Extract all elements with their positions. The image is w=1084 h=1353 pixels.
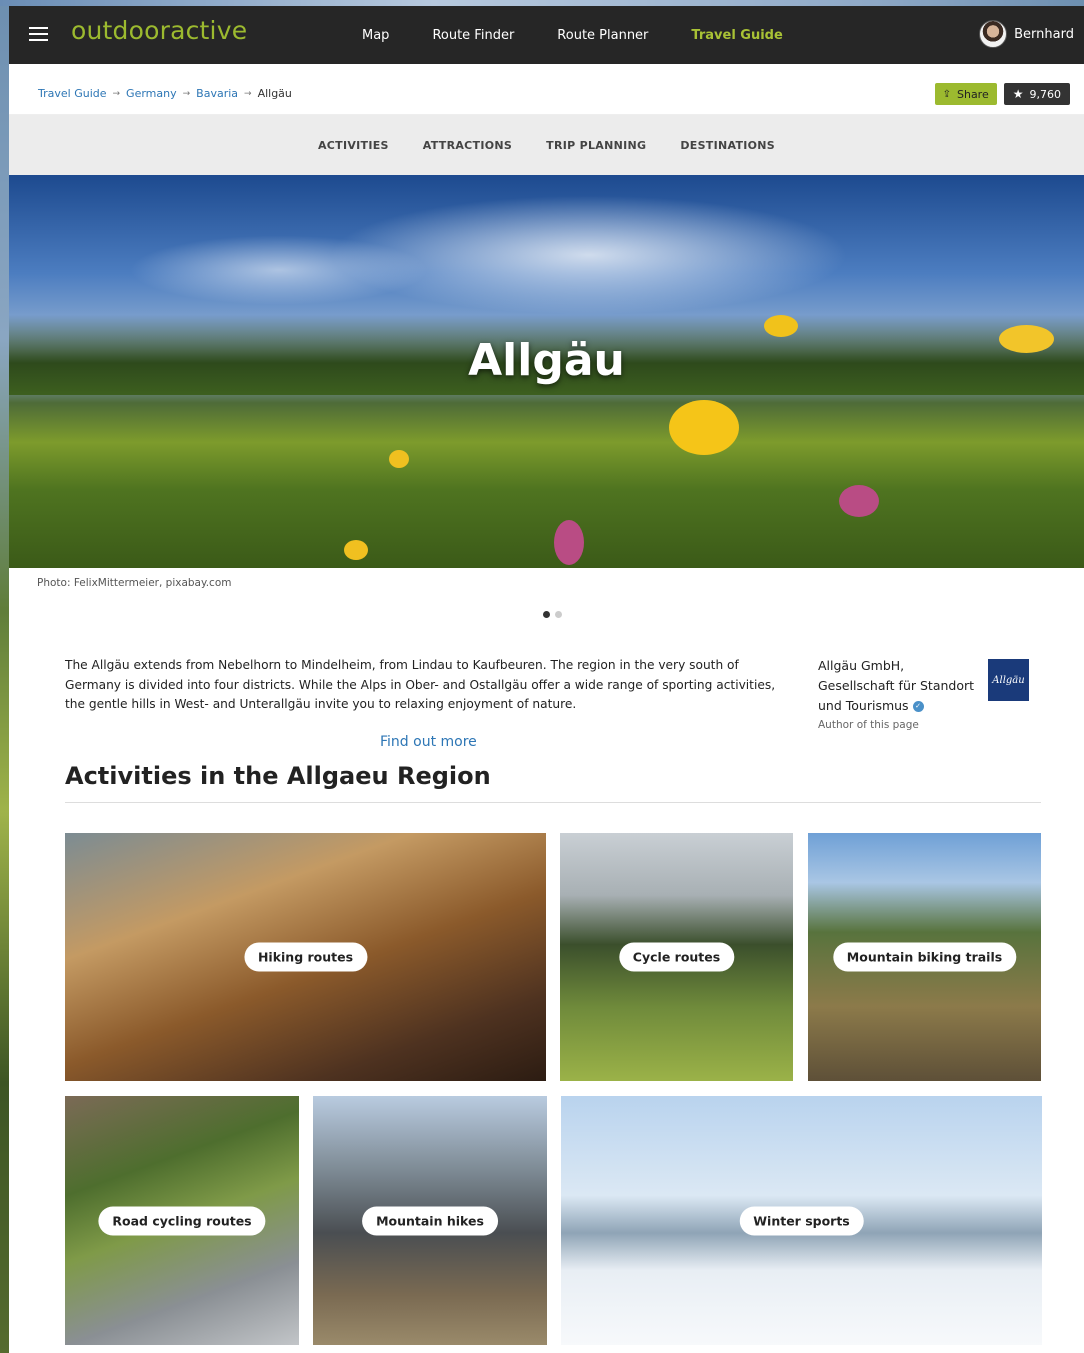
tile-mountain-hikes[interactable]: Mountain hikes xyxy=(313,1096,547,1345)
avatar[interactable] xyxy=(979,20,1008,48)
find-out-more-link[interactable]: Find out more xyxy=(380,734,477,750)
author-role: Author of this page xyxy=(818,719,919,731)
tile-label: Mountain hikes xyxy=(362,1206,498,1235)
favorite-count: 9,760 xyxy=(1029,87,1062,101)
tab-destinations[interactable]: DESTINATIONS xyxy=(680,139,775,152)
divider xyxy=(65,802,1041,803)
tile-label: Winter sports xyxy=(739,1206,864,1235)
intro-text: The Allgäu extends from Nebelhorn to Min… xyxy=(65,658,776,711)
breadcrumb: Travel Guide → Germany → Bavaria → Allgä… xyxy=(38,87,292,100)
top-header: outdooractive Map Route Finder Route Pla… xyxy=(9,6,1084,64)
tile-hiking-routes[interactable]: Hiking routes xyxy=(65,833,546,1081)
author-box: Allgäu GmbH, Gesellschaft für Standort u… xyxy=(818,656,978,731)
breadcrumb-bar: Travel Guide → Germany → Bavaria → Allgä… xyxy=(9,64,1084,115)
tile-label: Hiking routes xyxy=(243,942,368,972)
star-icon: ★ xyxy=(1012,87,1024,101)
share-icon: ⇪ xyxy=(942,88,951,100)
tile-road-cycling-routes[interactable]: Road cycling routes xyxy=(65,1096,299,1345)
author-logo[interactable]: Allgäu xyxy=(988,659,1029,701)
hero-image[interactable]: Allgäu xyxy=(9,175,1084,568)
photo-credit: Photo: FelixMittermeier, pixabay.com xyxy=(37,577,232,589)
author-name[interactable]: Allgäu GmbH, Gesellschaft für Standort u… xyxy=(818,656,978,716)
hero-title: Allgäu xyxy=(468,335,625,386)
page: outdooractive Map Route Finder Route Pla… xyxy=(9,6,1084,1353)
favorite-button[interactable]: ★ 9,760 xyxy=(1003,83,1070,105)
breadcrumb-germany[interactable]: Germany xyxy=(126,87,177,100)
activities-heading: Activities in the Allgaeu Region xyxy=(65,762,491,790)
slider-dots xyxy=(543,611,567,618)
user-name[interactable]: Bernhard xyxy=(1014,27,1074,42)
tile-label: Road cycling routes xyxy=(98,1206,266,1235)
tile-cycle-routes[interactable]: Cycle routes xyxy=(560,833,793,1081)
tab-attractions[interactable]: ATTRACTIONS xyxy=(423,139,512,152)
nav-route-finder[interactable]: Route Finder xyxy=(432,28,514,43)
nav-travel-guide[interactable]: Travel Guide xyxy=(691,28,782,43)
background-left-edge xyxy=(0,0,9,1353)
tab-trip-planning[interactable]: TRIP PLANNING xyxy=(546,139,646,152)
breadcrumb-bavaria[interactable]: Bavaria xyxy=(196,87,238,100)
slider-dot-1[interactable] xyxy=(543,611,550,618)
breadcrumb-arrow-icon: → xyxy=(244,88,252,99)
tab-activities[interactable]: ACTIVITIES xyxy=(318,139,389,152)
breadcrumb-travel-guide[interactable]: Travel Guide xyxy=(38,87,107,100)
hamburger-icon[interactable] xyxy=(29,27,48,41)
slider-dot-2[interactable] xyxy=(555,611,562,618)
tile-label: Mountain biking trails xyxy=(832,942,1017,972)
breadcrumb-arrow-icon: → xyxy=(182,88,191,99)
section-tabs: ACTIVITIES ATTRACTIONS TRIP PLANNING DES… xyxy=(9,115,1084,175)
breadcrumb-arrow-icon: → xyxy=(112,88,121,99)
share-button[interactable]: ⇪ Share xyxy=(934,83,997,105)
share-label: Share xyxy=(956,87,989,101)
nav-route-planner[interactable]: Route Planner xyxy=(557,28,648,43)
breadcrumb-current: Allgäu xyxy=(257,87,292,100)
main-nav: Map Route Finder Route Planner Travel Gu… xyxy=(362,6,826,64)
tile-label: Cycle routes xyxy=(618,942,735,972)
site-logo[interactable]: outdooractive xyxy=(71,16,247,45)
page-actions: ⇪ Share ★ 9,760 xyxy=(934,83,1070,105)
user-menu[interactable]: Bernhard xyxy=(979,20,1074,48)
verified-icon: ✓ xyxy=(912,701,924,712)
tile-mountain-biking-trails[interactable]: Mountain biking trails xyxy=(808,833,1041,1081)
tile-winter-sports[interactable]: Winter sports xyxy=(561,1096,1042,1345)
nav-map[interactable]: Map xyxy=(362,28,389,43)
